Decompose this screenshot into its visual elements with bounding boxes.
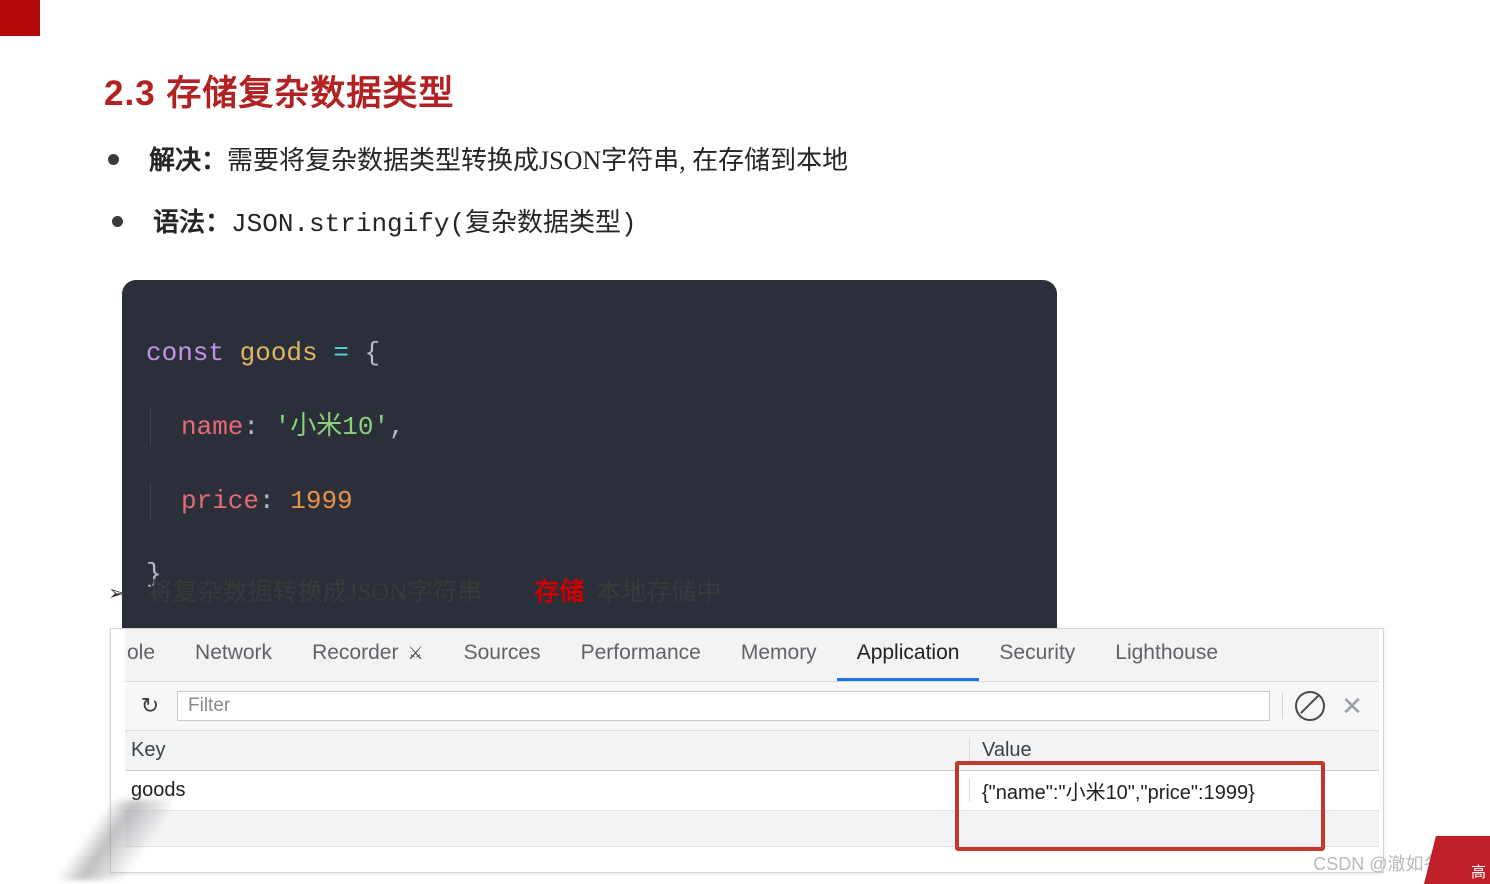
arrow-marker-icon: ➢: [108, 582, 126, 605]
tab-label: Sources: [463, 641, 541, 664]
column-header-key: Key: [125, 739, 970, 762]
watermark-ribbon: 高: [1424, 836, 1490, 884]
bullet-syntax-label: 语法：: [153, 208, 232, 237]
arrow-text-emphasis: 存储: [534, 579, 585, 606]
bullet-item-arrow: ➢ 将复杂数据转换成JSON字符串 存储 本地存储中: [108, 572, 721, 608]
refresh-icon[interactable]: ↻: [135, 691, 165, 721]
bullet-syntax-code: JSON.stringify(复杂数据类型): [231, 209, 637, 239]
code-token-price-value: 1999: [290, 485, 353, 516]
code-token-comma: ,: [389, 411, 405, 442]
corner-accent-bar: [0, 0, 40, 36]
tab-console[interactable]: ole: [125, 641, 175, 681]
tab-lighthouse[interactable]: Lighthouse: [1095, 641, 1238, 681]
cell-key: goods: [125, 779, 970, 802]
code-token-name-value: '小米10': [274, 411, 390, 442]
tab-label: Recorder: [312, 641, 399, 664]
code-line-3: price: 1999: [150, 482, 1033, 520]
devtools-panel: ole Network Recorder ⚔ Sources Performan…: [110, 628, 1384, 873]
tab-sources[interactable]: Sources: [444, 641, 561, 681]
table-empty-row[interactable]: [125, 811, 1379, 847]
code-token-goods: goods: [239, 337, 318, 368]
tab-application[interactable]: Application: [836, 641, 980, 681]
ribbon-label: 高: [1470, 864, 1486, 881]
code-token-price-key: price: [181, 485, 260, 516]
tab-security[interactable]: Security: [979, 641, 1095, 681]
cell-value: {"name":"小米10","price":1999}: [982, 782, 1255, 804]
code-token-colon: :: [243, 411, 260, 442]
flask-icon: ⚔: [407, 642, 424, 663]
tab-performance[interactable]: Performance: [561, 641, 721, 681]
bullet-solve-text: 需要将复杂数据类型转换成JSON字符串, 在存储到本地: [227, 146, 849, 175]
tab-memory[interactable]: Memory: [721, 641, 837, 681]
toolbar-divider: [1282, 693, 1283, 719]
tab-label: Security: [999, 641, 1076, 664]
code-token-const: const: [146, 337, 225, 368]
code-token-open-brace: {: [364, 337, 381, 368]
filter-input[interactable]: Filter: [177, 691, 1270, 721]
code-line-2: name: '小米10',: [150, 408, 1033, 446]
devtools-inner: ole Network Recorder ⚔ Sources Performan…: [125, 629, 1379, 872]
page-title: 2.3 存储复杂数据类型: [104, 74, 455, 114]
tab-label: Memory: [740, 641, 817, 664]
tab-label: Application: [856, 641, 960, 664]
table-row[interactable]: goods {"name":"小米10","price":1999}: [125, 771, 1379, 811]
column-header-value: Value: [982, 739, 1032, 761]
bullet-item-solve: 解决： 需要将复杂数据类型转换成JSON字符串, 在存储到本地: [108, 140, 848, 177]
bullet-item-syntax: 语法： JSON.stringify(复杂数据类型): [112, 202, 637, 239]
code-token-assign: =: [333, 337, 349, 368]
bullet-solve-label: 解决：: [149, 146, 228, 175]
code-line-1: const goods = {: [146, 335, 1033, 372]
devtools-tab-bar: ole Network Recorder ⚔ Sources Performan…: [125, 629, 1379, 682]
code-token-colon: :: [259, 485, 275, 516]
close-icon[interactable]: ✕: [1337, 691, 1367, 721]
arrow-text-after: 本地存储中: [596, 579, 722, 606]
code-token-name-key: name: [181, 411, 244, 442]
tab-label: Network: [195, 641, 273, 664]
devtools-toolbar: ↻ Filter ✕: [125, 682, 1379, 731]
block-clear-icon[interactable]: [1295, 691, 1325, 721]
tab-network[interactable]: Network: [175, 641, 292, 681]
bullet-dot-icon: [112, 216, 123, 227]
table-header-row: Key Value: [125, 731, 1379, 771]
tab-label: Performance: [580, 641, 701, 664]
storage-table: Key Value goods {"name":"小米10","price":1…: [125, 731, 1379, 847]
filter-placeholder: Filter: [188, 695, 231, 716]
arrow-text-before: 将复杂数据转换成JSON字符串: [147, 579, 483, 606]
bullet-dot-icon: [108, 154, 119, 165]
tab-recorder[interactable]: Recorder ⚔: [292, 641, 444, 681]
tab-label: Lighthouse: [1115, 641, 1219, 664]
tab-label: ole: [127, 641, 156, 664]
